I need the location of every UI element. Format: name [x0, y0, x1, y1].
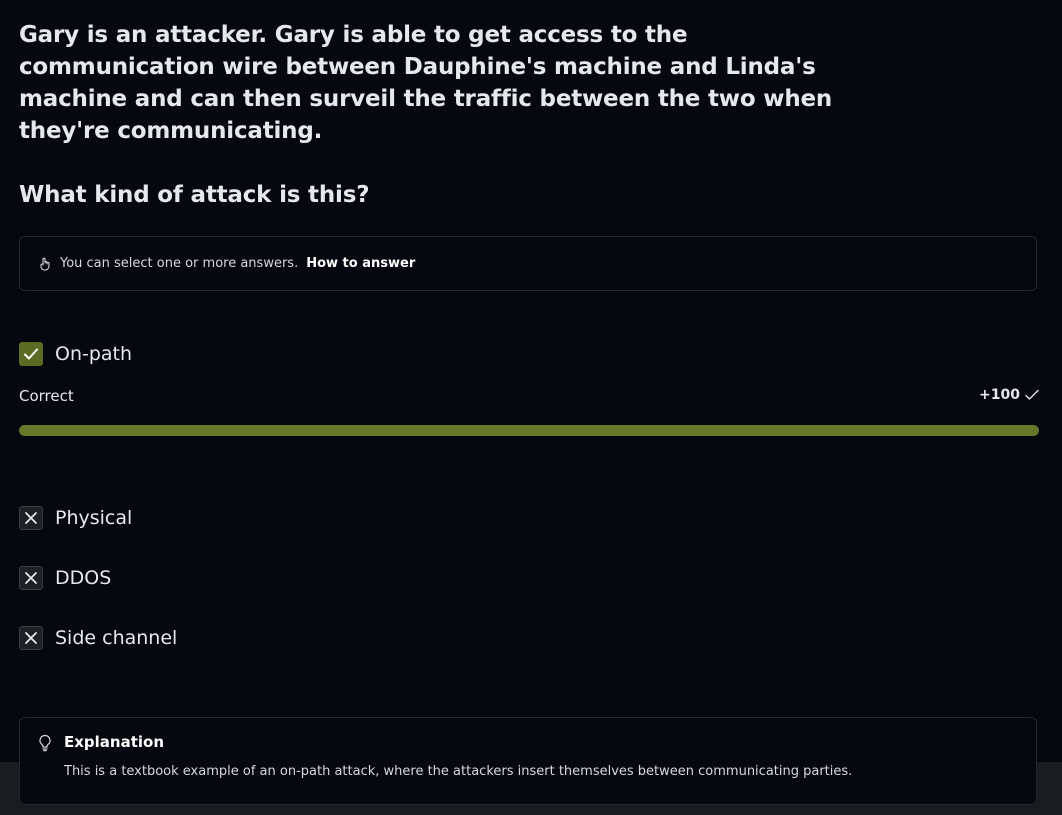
option-ddos[interactable]: DDOS: [19, 566, 111, 590]
result-progress-bar: [19, 425, 1039, 436]
progress-fill: [19, 425, 1039, 436]
hint-text: You can select one or more answers.: [60, 256, 299, 271]
option-on-path[interactable]: On-path: [19, 342, 132, 366]
check-icon[interactable]: [19, 342, 43, 366]
score-badge: +100: [979, 387, 1040, 403]
result-label: Correct: [19, 387, 74, 405]
x-icon[interactable]: [19, 566, 43, 590]
hand-pointer-icon: [38, 257, 52, 271]
question-prompt: What kind of attack is this?: [19, 182, 370, 208]
option-label: Physical: [55, 507, 133, 529]
score-value: +100: [979, 387, 1020, 403]
explanation-title: Explanation: [64, 733, 165, 751]
question-text: Gary is an attacker. Gary is able to get…: [19, 22, 833, 144]
lightbulb-icon: [38, 734, 52, 752]
x-icon[interactable]: [19, 626, 43, 650]
option-label: DDOS: [55, 567, 112, 589]
explanation-box: Explanation This is a textbook example o…: [19, 717, 1037, 805]
check-icon: [1024, 388, 1040, 402]
how-to-answer-link[interactable]: How to answer: [306, 256, 415, 271]
answer-hint-box: You can select one or more answers. How …: [19, 236, 1037, 291]
option-label: On-path: [55, 343, 133, 365]
explanation-text: This is a textbook example of an on-path…: [64, 764, 853, 779]
quiz-page: Gary is an attacker. Gary is able to get…: [0, 0, 1062, 815]
option-side-channel[interactable]: Side channel: [19, 626, 177, 650]
x-icon[interactable]: [19, 506, 43, 530]
option-physical[interactable]: Physical: [19, 506, 132, 530]
option-label: Side channel: [55, 627, 178, 649]
